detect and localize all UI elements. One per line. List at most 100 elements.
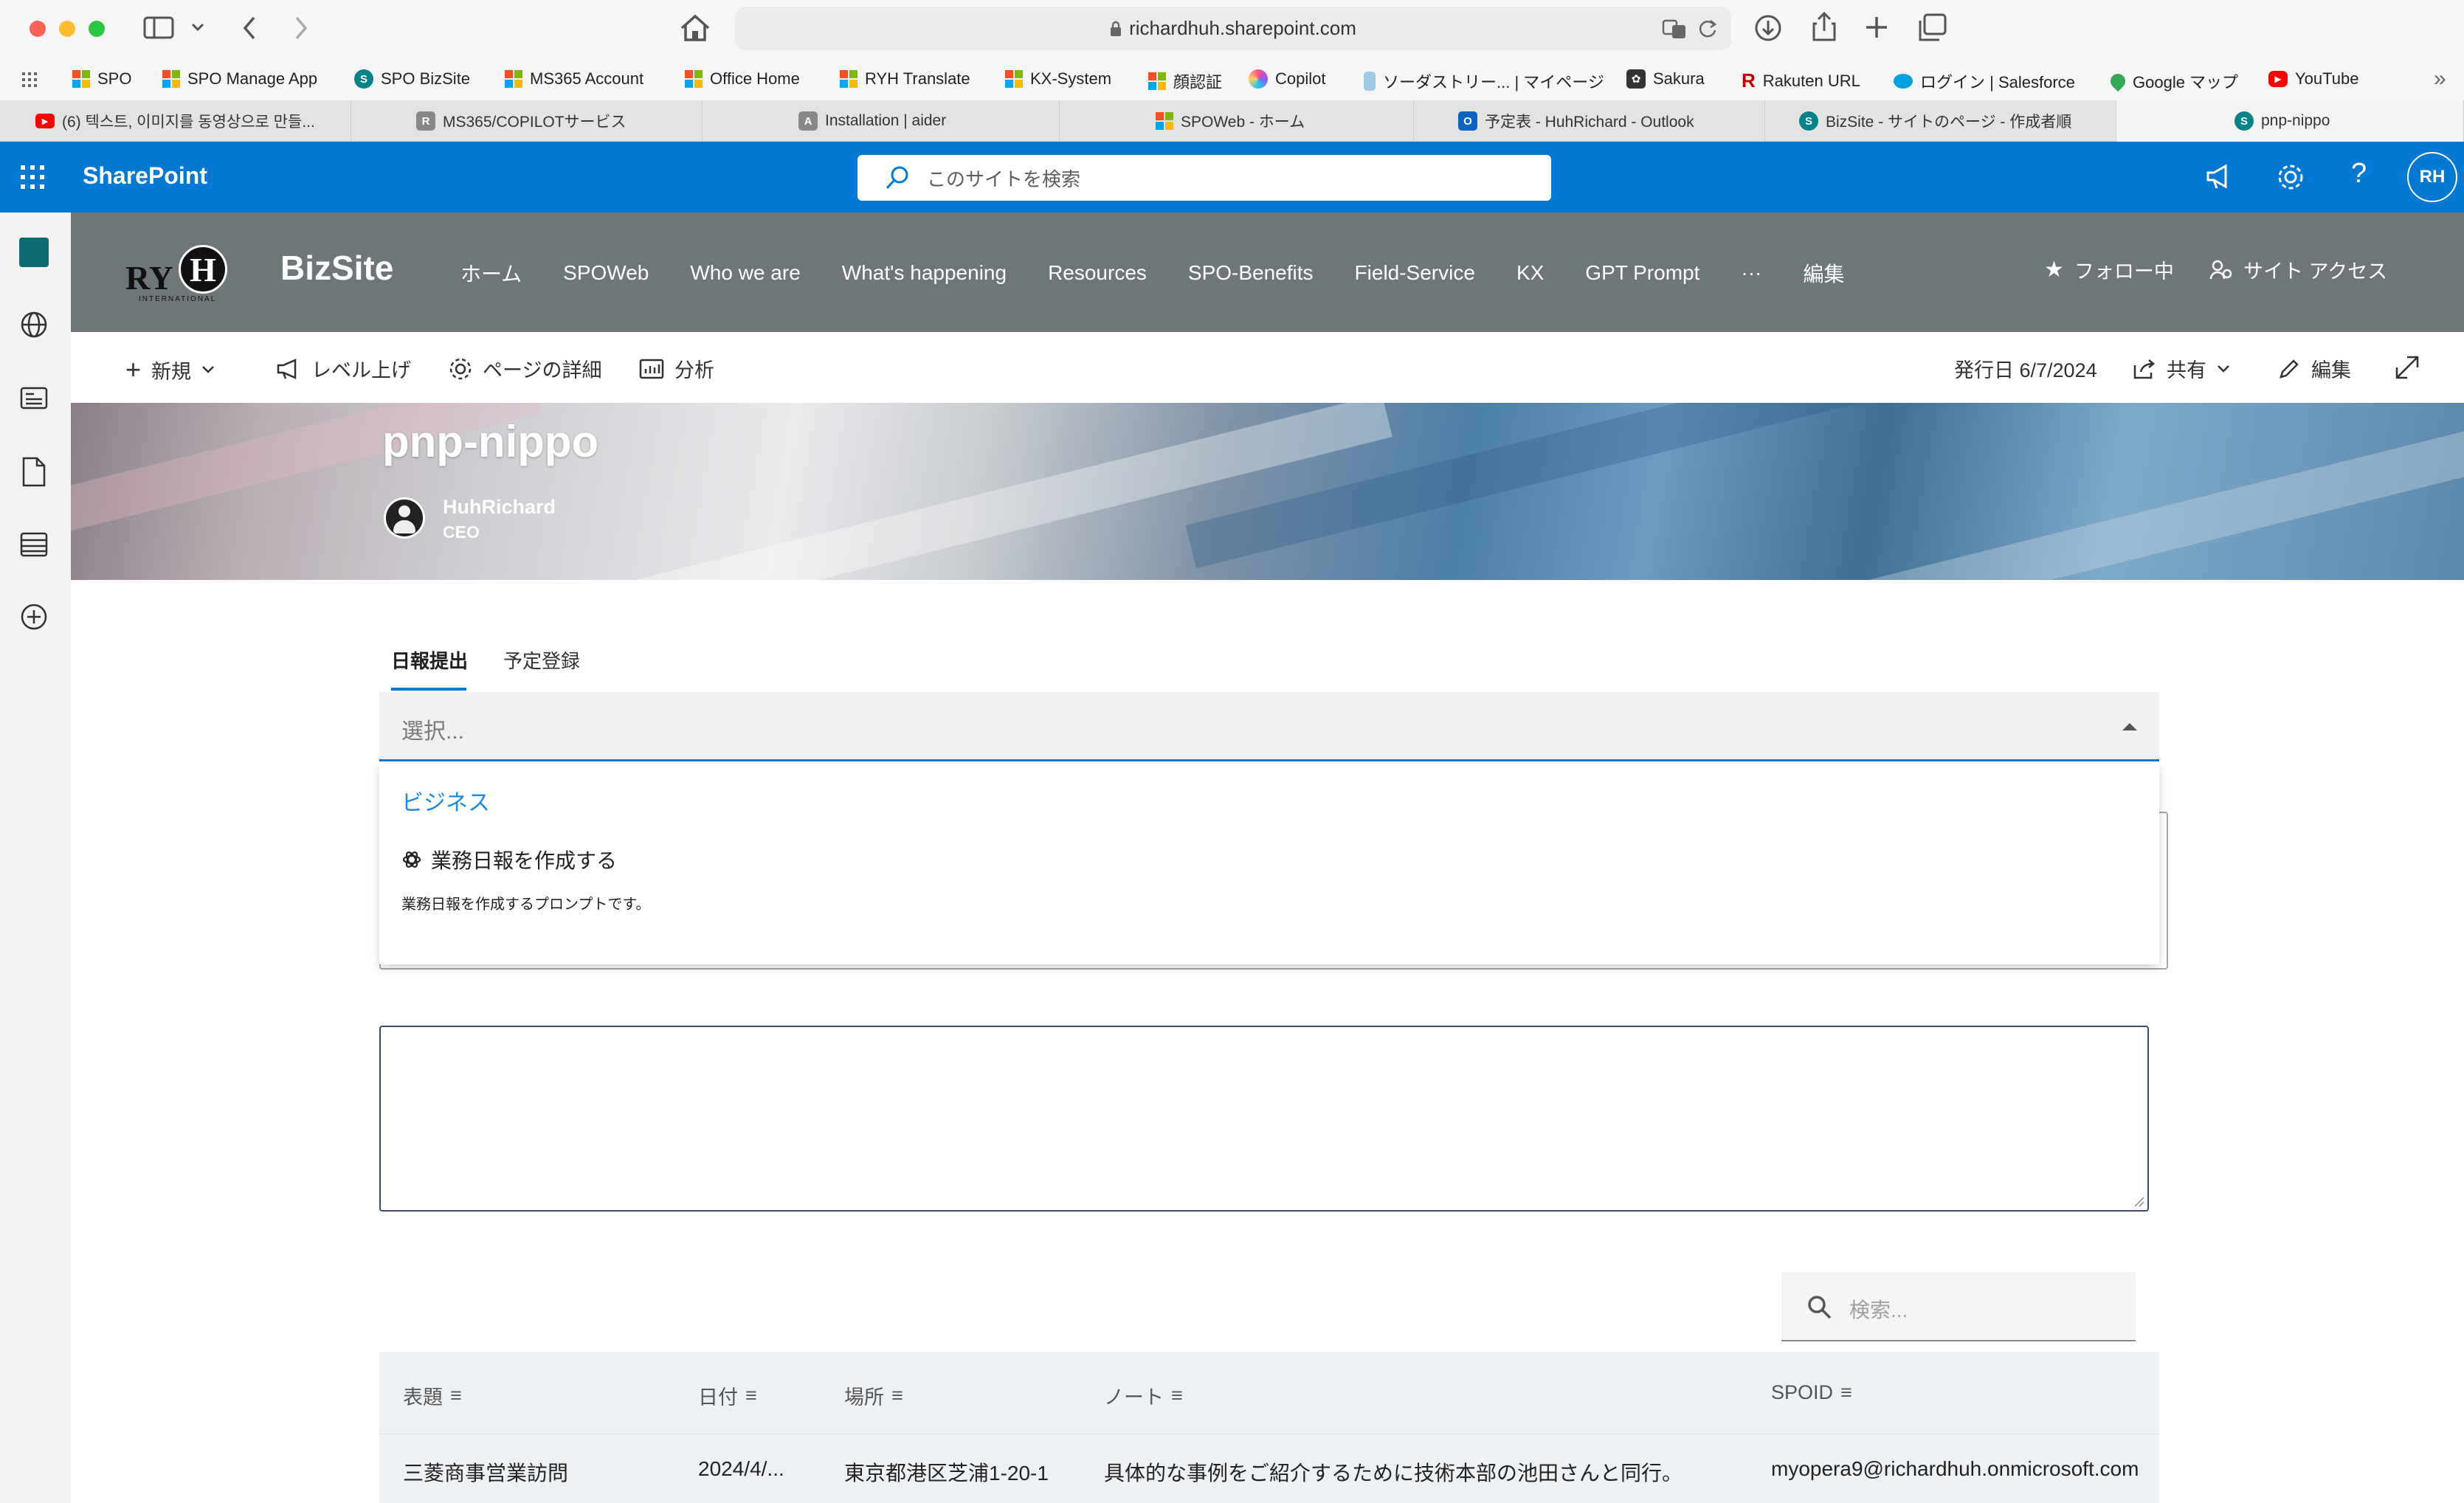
translate-icon[interactable]	[1662, 18, 1688, 40]
tab-ms365-copilot[interactable]: R MS365/COPILOTサービス	[351, 100, 703, 142]
list-header-row: 表題 ≡ 日付 ≡ 場所 ≡ ノート ≡ SPOID ≡	[379, 1352, 2159, 1434]
sidebar-toggle-icon[interactable]	[143, 16, 176, 40]
edit-page-button[interactable]: 編集	[2277, 354, 2351, 383]
megaphone-icon[interactable]	[2204, 162, 2233, 192]
download-icon[interactable]	[1753, 13, 1783, 43]
bookmark-kx-system[interactable]: KX-System	[1005, 69, 1111, 89]
share-icon[interactable]	[1811, 10, 1837, 43]
bookmark-rakuten-url[interactable]: R Rakuten URL	[1742, 69, 1860, 92]
nav-edit[interactable]: 編集	[1803, 258, 1844, 288]
nav-home[interactable]: ホーム	[460, 258, 522, 288]
address-bar[interactable]: richardhuh.sharepoint.com	[735, 7, 1731, 50]
expand-icon[interactable]	[2394, 354, 2420, 381]
back-icon[interactable]	[241, 15, 258, 41]
gear-icon[interactable]	[2276, 162, 2305, 192]
apps-grid-icon[interactable]	[22, 72, 41, 87]
bookmark-face-auth[interactable]: 顔認証	[1148, 69, 1222, 93]
more-bookmarks-icon[interactable]: »	[2434, 66, 2446, 91]
site-logo[interactable]: RY H INTERNATIONAL	[124, 235, 235, 303]
tab-pnp-nippo[interactable]: Spnp-nippo	[2116, 100, 2464, 142]
cell-location: 東京都港区芝浦1-20-1	[844, 1462, 1049, 1485]
url-text: richardhuh.sharepoint.com	[1129, 17, 1356, 39]
user-avatar[interactable]: RH	[2407, 152, 2457, 202]
caret-up-icon[interactable]	[2121, 720, 2139, 732]
report-output-textarea[interactable]	[379, 1026, 2149, 1212]
bookmark-ms365-account[interactable]: MS365 Account	[505, 69, 643, 89]
bookmark-youtube[interactable]: ▶ YouTube	[2268, 69, 2358, 89]
new-button[interactable]: + 新規	[125, 354, 215, 385]
copilot-icon	[1249, 69, 1268, 89]
home-icon[interactable]	[679, 13, 711, 43]
minimize-window-button[interactable]	[59, 21, 75, 37]
nav-resources[interactable]: Resources	[1048, 261, 1147, 285]
tab-schedule-register[interactable]: 予定登録	[503, 646, 580, 674]
app-launcher-icon[interactable]	[21, 165, 46, 190]
reload-icon[interactable]	[1697, 18, 1718, 39]
bookmark-copilot[interactable]: Copilot	[1249, 69, 1325, 89]
site-access-button[interactable]: サイト アクセス	[2209, 255, 2387, 284]
nav-spoweb[interactable]: SPOWeb	[563, 261, 649, 285]
column-header-location[interactable]: 場所 ≡	[844, 1381, 903, 1410]
column-header-spoid[interactable]: SPOID ≡	[1771, 1381, 1852, 1404]
sakura-icon: ✿	[1626, 69, 1646, 89]
tab-youtube[interactable]: ▶ (6) 텍스트, 이미지를 동영상으로 만들...	[0, 100, 351, 142]
bookmark-spo-bizsite[interactable]: S SPO BizSite	[354, 69, 470, 89]
bookmark-salesforce[interactable]: ログイン | Salesforce	[1894, 69, 2075, 93]
page-details-button[interactable]: ページの詳細	[449, 354, 601, 383]
nav-who-we-are[interactable]: Who we are	[690, 261, 800, 285]
add-circle-icon[interactable]	[19, 602, 49, 632]
share-button[interactable]: 共有	[2133, 354, 2230, 383]
tab-spoweb[interactable]: SPOWeb - ホーム	[1060, 100, 1414, 142]
app-name[interactable]: SharePoint	[83, 162, 207, 190]
nav-kx[interactable]: KX	[1516, 261, 1544, 285]
column-header-date[interactable]: 日付 ≡	[698, 1381, 757, 1410]
nav-gpt-prompt[interactable]: GPT Prompt	[1585, 261, 1699, 285]
close-window-button[interactable]	[30, 21, 46, 37]
resize-handle-icon[interactable]	[2133, 1195, 2144, 1207]
chart-icon	[639, 359, 664, 379]
help-icon[interactable]: ?	[2351, 158, 2367, 190]
column-header-note[interactable]: ノート ≡	[1104, 1381, 1183, 1410]
new-tab-icon[interactable]	[1864, 15, 1889, 40]
site-title[interactable]: BizSite	[280, 248, 393, 288]
nav-more[interactable]: ···	[1741, 261, 1761, 285]
forward-icon[interactable]	[292, 15, 310, 41]
site-search-box[interactable]: このサイトを検索	[857, 155, 1551, 201]
tab-outlook[interactable]: O 予定表 - HuhRichard - Outlook	[1414, 100, 1765, 142]
search-icon	[1808, 1296, 1832, 1319]
bookmark-ryh-translate[interactable]: RYH Translate	[840, 69, 970, 89]
promote-button[interactable]: レベル上げ	[276, 354, 411, 383]
bookmark-sakura[interactable]: ✿ Sakura	[1626, 69, 1705, 89]
nav-whats-happening[interactable]: What's happening	[842, 261, 1007, 285]
bookmark-spo-manage-app[interactable]: SPO Manage App	[162, 69, 317, 89]
tab-overview-icon[interactable]	[1917, 13, 1948, 43]
zoom-window-button[interactable]	[89, 21, 105, 37]
follow-button[interactable]: ★ フォロー中	[2044, 255, 2174, 284]
dropdown-option-daily-report[interactable]: 業務日報を作成する 業務日報を作成するプロンプトです。	[379, 837, 2159, 948]
bookmark-sodastream[interactable]: ソーダストリー... | マイページ	[1364, 69, 1604, 93]
cell-date: 2024/4/...	[698, 1457, 784, 1480]
author-avatar[interactable]	[384, 497, 425, 539]
table-row[interactable]: 三菱商事営業訪問 2024/4/... 東京都港区芝浦1-20-1 具体的な事例…	[379, 1435, 2159, 1503]
analytics-button[interactable]: 分析	[639, 354, 714, 383]
document-icon[interactable]	[21, 456, 47, 488]
chevron-down-icon[interactable]	[190, 22, 205, 32]
tab-aider[interactable]: A Installation | aider	[703, 100, 1060, 142]
option-title: 業務日報を作成する	[431, 849, 618, 872]
author-name[interactable]: HuhRichard	[443, 496, 556, 519]
tab-daily-report[interactable]: 日報提出	[391, 646, 468, 674]
list-search-box[interactable]: 検索...	[1781, 1272, 2136, 1341]
tab-bizsite-pages[interactable]: S BizSite - サイトのページ - 作成者順	[1765, 100, 2116, 142]
nav-spo-benefits[interactable]: SPO-Benefits	[1188, 261, 1314, 285]
list-icon[interactable]	[19, 530, 49, 559]
globe-icon[interactable]	[19, 310, 49, 339]
site-logo-small-icon[interactable]	[19, 238, 49, 267]
plus-icon: +	[125, 354, 142, 384]
bookmark-google-maps[interactable]: Google マップ	[2107, 69, 2238, 93]
bookmark-office-home[interactable]: Office Home	[685, 69, 800, 89]
news-icon[interactable]	[19, 384, 49, 413]
bookmark-spo[interactable]: SPO	[72, 69, 131, 89]
prompt-select[interactable]: 選択...	[379, 692, 2159, 761]
nav-field-service[interactable]: Field-Service	[1355, 261, 1475, 285]
column-header-title[interactable]: 表題 ≡	[403, 1381, 462, 1410]
